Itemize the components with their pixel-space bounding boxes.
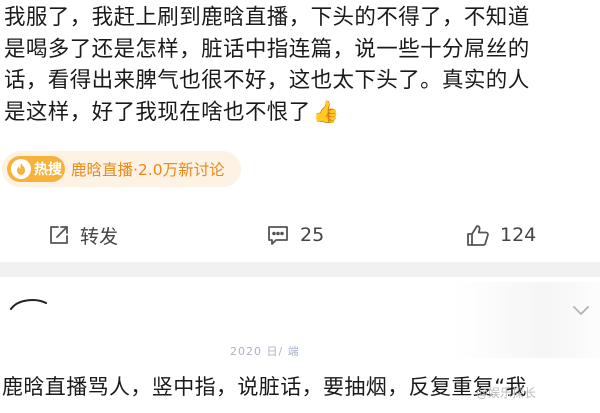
hot-topic-label: 鹿晗直播·2.0万新讨论: [71, 161, 225, 179]
like-count: 124: [500, 224, 537, 246]
blur-overlay: [455, 282, 600, 358]
comment-count: 25: [300, 224, 325, 246]
post-body: 我服了，我赶上刷到鹿晗直播，下头的不得了，不知道 是喝多了还是怎样，脏话中指连篇…: [4, 2, 594, 128]
post-line: 是喝多了还是怎样，脏话中指连篇，说一些十分屌丝的: [4, 36, 530, 62]
like-button[interactable]: 124: [466, 210, 536, 260]
next-post-text: 鹿晗直播骂人，竖中指，说脏话，要抽烟，反复重复“我: [2, 375, 527, 399]
post-line: 话，看得出来脾气也很不好，这也太下头了。真实的人: [4, 68, 530, 93]
repost-label: 转发: [80, 225, 119, 248]
post-line-text: 是这样，好了我现在啥也不恨了: [4, 99, 311, 125]
repost-icon: [48, 224, 70, 246]
thumbs-up-icon: [466, 224, 490, 247]
post-line: 我服了，我赶上刷到鹿晗直播，下头的不得了，不知道: [4, 5, 530, 30]
section-divider: [0, 262, 600, 277]
repost-button[interactable]: 转发: [48, 210, 118, 260]
comment-button[interactable]: 25: [266, 210, 324, 260]
comment-icon: [266, 224, 290, 246]
action-bar: 转发 25 124: [0, 210, 600, 260]
flame-icon: [11, 159, 31, 179]
hot-badge-label: 热搜: [34, 162, 62, 178]
thumbs-up-emoji: 👍: [312, 99, 340, 125]
post-line: 是这样，好了我现在啥也不恨了👍: [4, 97, 594, 129]
hot-badge: 热搜: [7, 156, 65, 182]
hot-topic-tag[interactable]: 热搜 鹿晗直播·2.0万新讨论: [2, 151, 241, 187]
avatar[interactable]: [8, 295, 48, 314]
watermark: @娱乐探长: [476, 386, 537, 400]
post-meta: 2020 日/ 端: [230, 345, 300, 358]
